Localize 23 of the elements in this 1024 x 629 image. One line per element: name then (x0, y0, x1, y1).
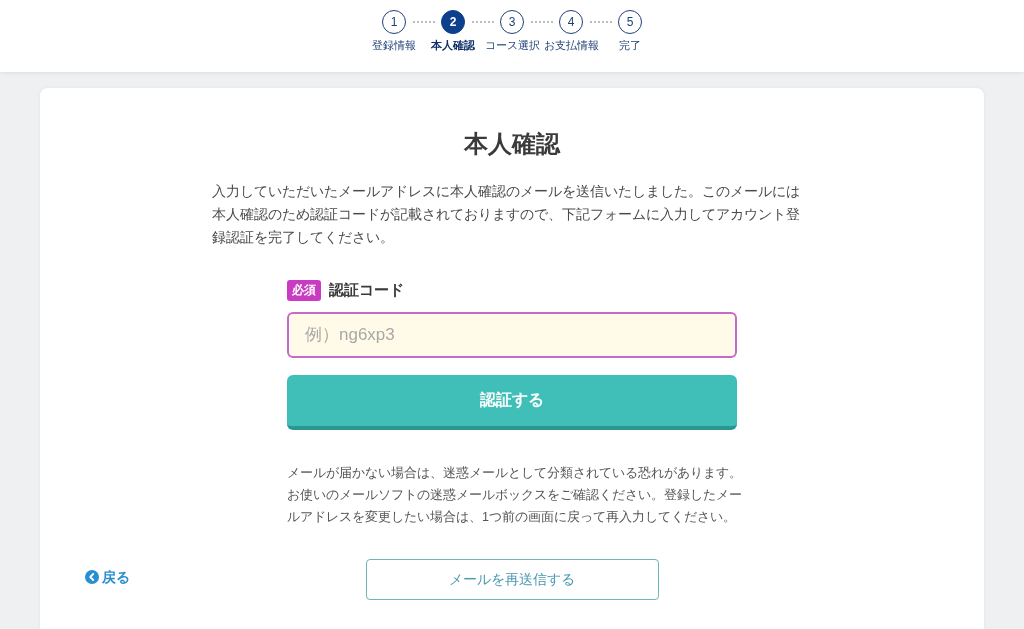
intro-text: 入力していただいたメールアドレスに本人確認のメールを送信いたしました。このメールには本人確認のため認証コードが記載されておりますので、下記フォームに入力してアカウント登録認証を完了してください。 (212, 182, 801, 247)
step-label: 完了 (619, 38, 641, 53)
step-label: 登録情報 (372, 38, 416, 53)
step-connector (530, 21, 553, 23)
step-connector (589, 21, 612, 23)
resend-email-button[interactable]: メールを再送信する (365, 558, 659, 600)
code-input-field[interactable]: 例）ng6xp3 (287, 311, 737, 358)
step-number: 4 (559, 10, 583, 34)
step-label: 本人確認 (431, 38, 475, 53)
help-text: メールが届かない場合は、迷惑メールとして分類されている恐れがあります。お使いのメールソフトの迷惑メールボックスをご確認ください。登録したメールアドレスを変更したい場合は、1つ前の画面に戻って再入力してください。 (287, 464, 743, 526)
field-label: 認証コード (329, 280, 404, 300)
step-number: 3 (500, 10, 524, 34)
verify-button[interactable]: 認証する (287, 374, 737, 430)
step-connector (412, 21, 435, 23)
back-link[interactable]: 戻る (85, 566, 130, 588)
required-badge: 必須 (287, 279, 321, 301)
step-connector (471, 21, 494, 23)
page-title: 本人確認 (463, 130, 562, 158)
step-number: 1 (382, 10, 406, 34)
step-number: 5 (618, 10, 642, 34)
step-label: お支払情報 (543, 38, 599, 53)
step-label: コース選択 (484, 38, 540, 53)
step-number: 2 (441, 10, 465, 34)
